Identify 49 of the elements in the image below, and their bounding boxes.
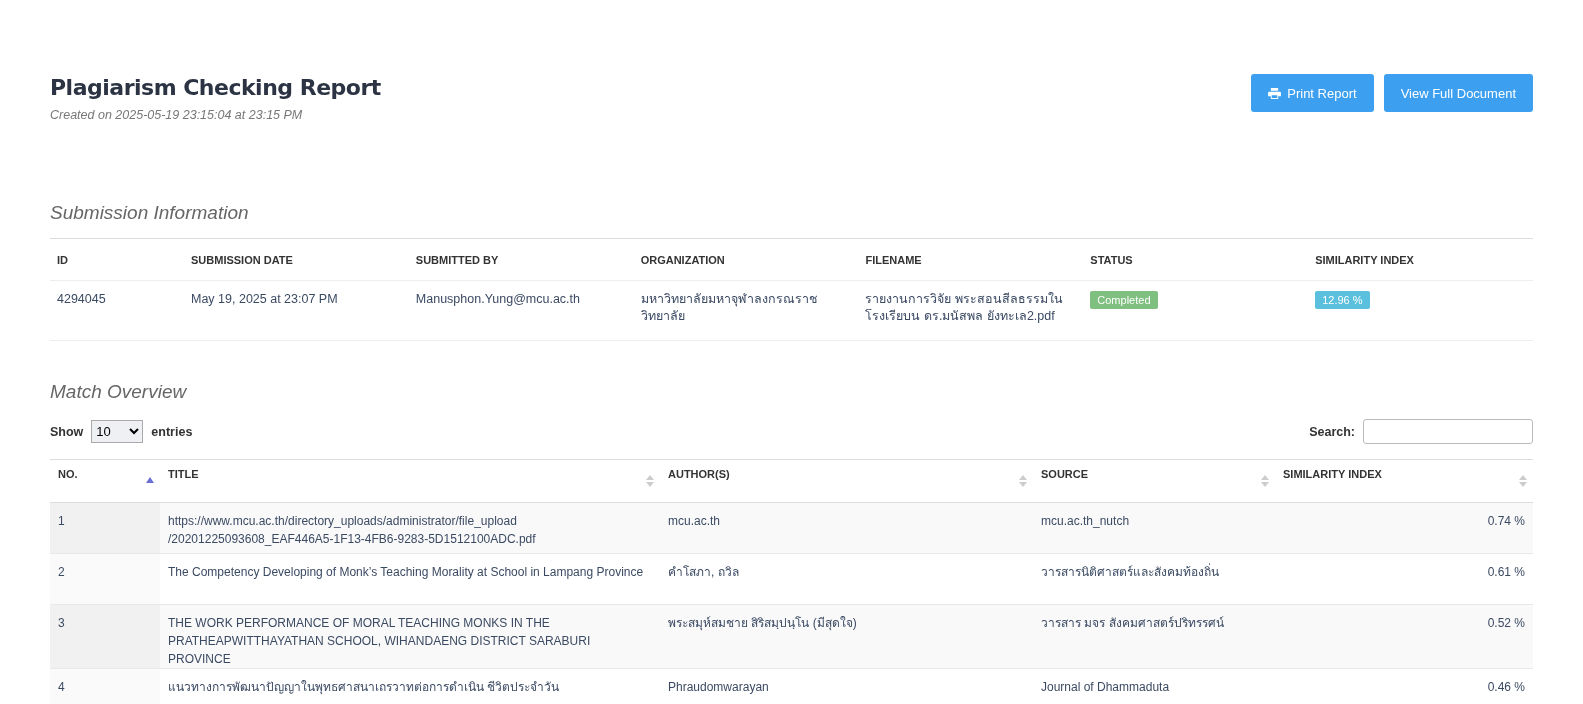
report-title: Plagiarism Checking Report <box>50 75 381 100</box>
table-cell: May 19, 2025 at 23:07 PM <box>184 280 409 341</box>
table-cell: 2 <box>50 553 160 605</box>
column-header[interactable]: TITLE <box>160 459 660 503</box>
table-cell: mcu.ac.th <box>660 502 1033 554</box>
search-label: Search: <box>1309 424 1355 439</box>
table-cell: วารสาร มจร สังคมศาสตร์ปริทรรศน์ <box>1033 604 1275 669</box>
entries-label: entries <box>151 424 193 439</box>
column-header: ORGANIZATION <box>633 238 859 281</box>
table-cell: https://www.mcu.ac.th/directory_uploads/administrator/file_upload /20201225093608_EAF446A5-1F13-4FB6-9283-5D1512100ADC.pdf <box>160 502 660 554</box>
table-cell: 4294045 <box>50 280 184 341</box>
table-cell: THE WORK PERFORMANCE OF MORAL TEACHING MONKS IN THE PRATHEAPWITTHAYATHAN SCHOOL, WIHANDAENG DISTRICT SARABURI PROVINCE <box>160 604 660 669</box>
section-heading: Match Overview <box>50 381 188 403</box>
created-date: Created on 2025-05-19 23:15:04 at 23:15 PM <box>50 108 304 122</box>
table-cell: 0.52 % <box>1275 604 1533 669</box>
search-field[interactable] <box>1363 419 1533 444</box>
show-label: Show <box>50 424 84 439</box>
sort-icon <box>1519 474 1527 488</box>
column-header[interactable]: NO. <box>50 459 160 503</box>
column-header: SUBMISSION DATE <box>184 238 409 281</box>
column-header[interactable]: SOURCE <box>1033 459 1275 503</box>
table-cell: รายงานการวิจัย พระสอนสีลธรรมในโรงเรียบน ดร.มนัสพล ยังทะเล2.pdf <box>858 280 1084 341</box>
table-cell: Manusphon.Yung@mcu.ac.th <box>408 280 634 341</box>
sort-icon <box>1261 474 1269 488</box>
column-header: STATUS <box>1083 238 1309 281</box>
table-cell: 4 <box>50 668 160 704</box>
column-header: ID <box>50 238 184 281</box>
table-cell: มหาวิทยาลัยมหาจุฬาลงกรณราชวิทยาลัย <box>633 280 859 341</box>
similarity-badge: 12.96 % <box>1315 291 1370 309</box>
section-heading: Submission Information <box>50 202 250 224</box>
table-cell: แนวทางการพัฒนาปัญญาในพุทธศาสนาเถรวาทต่อการดำเนิน ชีวิตประจำวัน <box>160 668 660 704</box>
table-cell: 1 <box>50 502 160 554</box>
column-header[interactable]: SIMILARITY INDEX <box>1275 459 1533 503</box>
column-header: FILENAME <box>858 238 1084 281</box>
table-cell: 0.46 % <box>1275 668 1533 704</box>
table-cell: 3 <box>50 604 160 669</box>
status-badge: Completed <box>1090 291 1158 309</box>
sort-icon <box>646 474 654 488</box>
entries-dropdown[interactable]: 10 <box>91 420 144 443</box>
table-cell: 0.74 % <box>1275 502 1533 554</box>
table-cell: Journal of Dhammaduta <box>1033 668 1275 704</box>
table-cell: Phraudomwarayan <box>660 668 1033 704</box>
column-header[interactable]: AUTHOR(S) <box>660 459 1033 503</box>
column-header: SUBMITTED BY <box>408 238 634 281</box>
column-header: SIMILARITY INDEX <box>1308 238 1533 281</box>
sort-icon <box>1019 474 1027 488</box>
table-cell: พระสมุห์สมชาย สิริสมฺปนฺโน (มีสุดใจ) <box>660 604 1033 669</box>
table-cell: mcu.ac.th_nutch <box>1033 502 1275 554</box>
printer-icon <box>1268 87 1282 99</box>
